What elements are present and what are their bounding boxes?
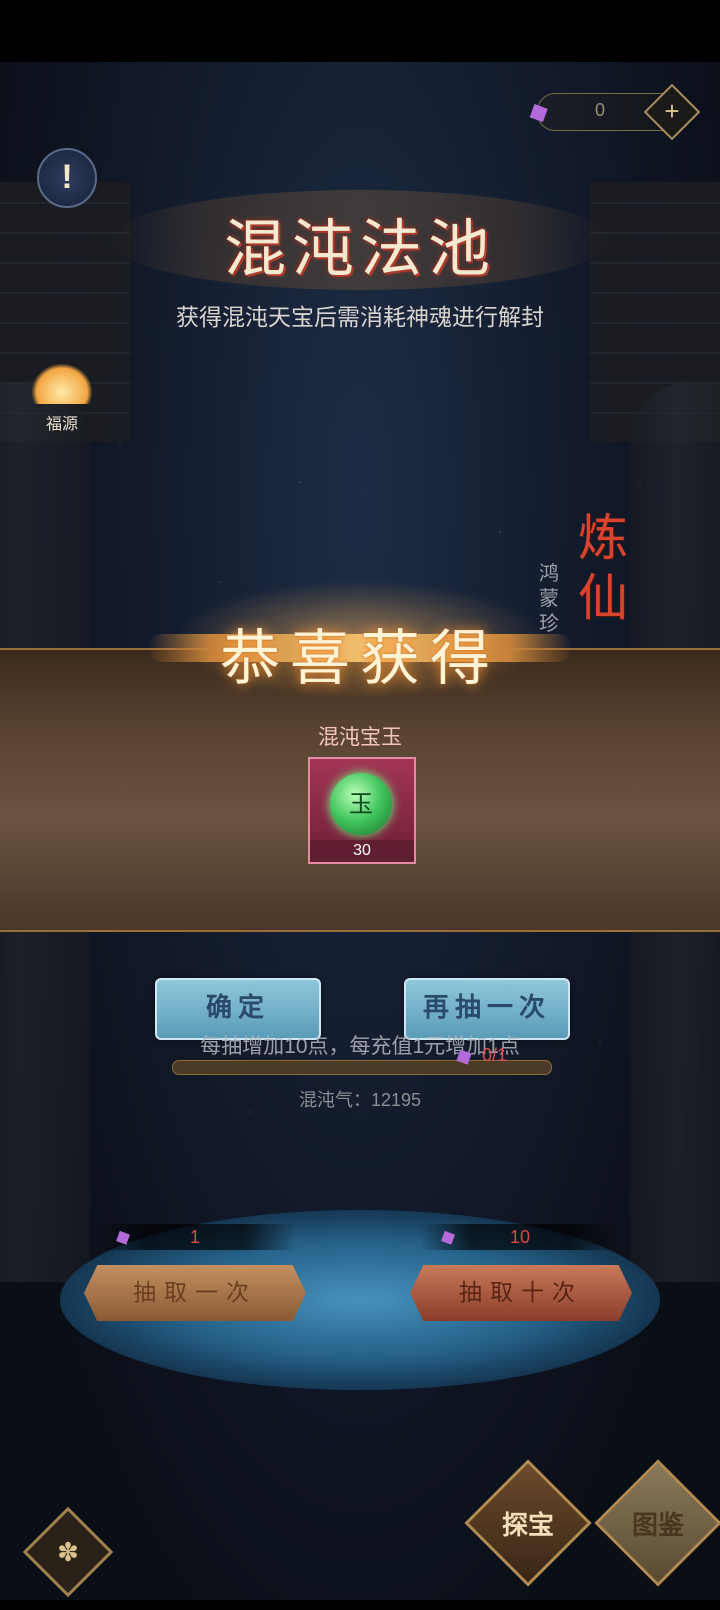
draw-ten-cost-value: 10: [509, 1227, 531, 1247]
draw-ten-button[interactable]: 抽取十次: [410, 1265, 632, 1321]
reward-item-card[interactable]: 玉 30: [308, 757, 416, 864]
draw-one-cost-value: 1: [189, 1227, 200, 1247]
status-bar-area: [0, 0, 720, 62]
page-title: 混沌法池: [223, 212, 496, 285]
jade-orb-glyph: 玉: [349, 790, 373, 818]
lotus-icon: [32, 364, 92, 404]
progress-hint: 每抽增加10点，每充值1元增加1点: [200, 1035, 520, 1058]
purple-crystal-icon: ◆: [111, 1223, 135, 1251]
fortune-button[interactable]: 福源: [22, 364, 102, 434]
chaos-qi-text: 混沌气：12195: [298, 1090, 422, 1110]
explore-tab-label: 探宝: [501, 1510, 554, 1541]
reward-title: 恭喜获得: [220, 624, 500, 694]
atlas-tab-label: 图鉴: [631, 1510, 684, 1541]
jade-orb-icon: 玉: [330, 773, 392, 835]
purple-crystal-icon: ◆: [436, 1223, 460, 1251]
progress-label: 0/1: [482, 1045, 508, 1065]
reward-item-count: 30: [310, 840, 414, 862]
reward-item-name: 混沌宝玉: [318, 726, 402, 749]
draw-one-cost: ◆ 1: [95, 1224, 295, 1250]
draw-one-button[interactable]: 抽取一次: [84, 1265, 306, 1321]
page-subtitle: 获得混沌天宝后需消耗神魂进行解封: [176, 304, 544, 330]
draw-ten-cost: ◆ 10: [420, 1224, 620, 1250]
cloud-swirl-icon: ✽: [57, 1537, 79, 1567]
plus-icon: +: [664, 96, 680, 126]
fortune-label: 福源: [45, 414, 78, 433]
currency-display: ◆ 0 +: [522, 83, 701, 141]
